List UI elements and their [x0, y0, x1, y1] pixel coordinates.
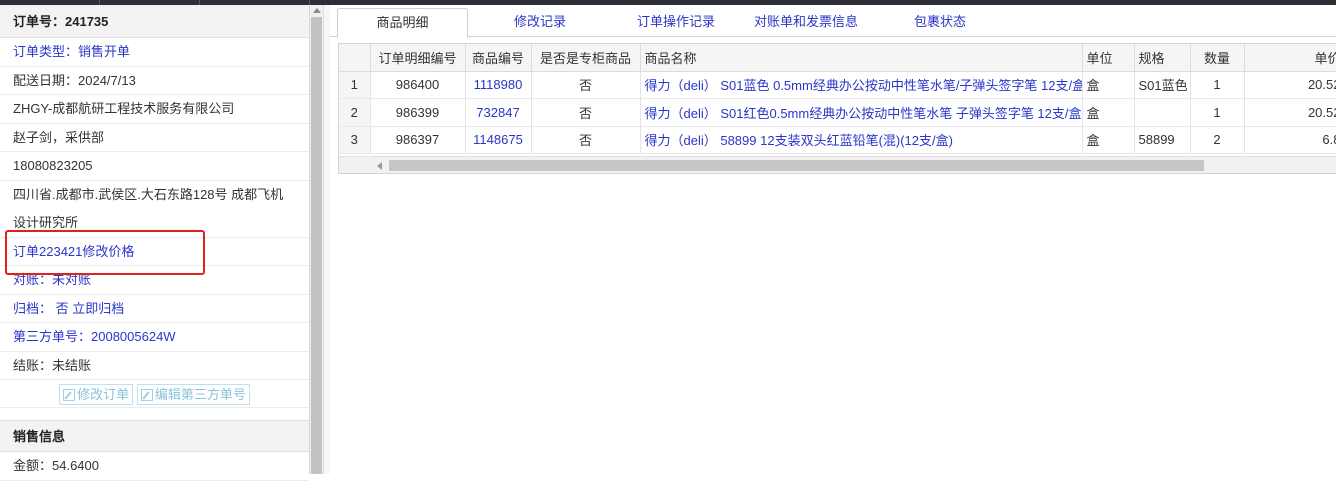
product-table: 订单明细编号 商品编号 是否是专柜商品 商品名称 单位 规格 数量 单价 1 9… — [339, 44, 1336, 154]
unit-cell: 盒 — [1082, 126, 1135, 154]
scrollbar-thumb[interactable] — [311, 17, 322, 474]
archive-status: 否 — [55, 300, 69, 316]
edit-third-party-button[interactable]: 编辑第三方单号 — [136, 384, 250, 405]
product-name-link[interactable]: 得力（deli） S01红色0.5mm经典办公按动中性笔水笔 子弹头签字笔 12… — [640, 98, 1083, 127]
unit-cell: 盒 — [1082, 98, 1135, 127]
highlight-annotation-box — [5, 230, 205, 275]
spec-cell: S01蓝色 — [1134, 71, 1191, 99]
row-number: 1 — [339, 71, 371, 99]
third-party-number: 第三方单号：2008005624W — [0, 323, 309, 352]
table-header-row: 订单明细编号 商品编号 是否是专柜商品 商品名称 单位 规格 数量 单价 — [339, 44, 1336, 72]
column-header[interactable]: 订单明细编号 — [370, 44, 466, 72]
product-detail-grid: 订单明细编号 商品编号 是否是专柜商品 商品名称 单位 规格 数量 单价 1 9… — [338, 43, 1336, 174]
row-number: 2 — [339, 98, 371, 127]
grid-horizontal-scrollbar[interactable] — [339, 156, 1336, 173]
detail-id-cell: 986399 — [370, 98, 466, 127]
archive-now-link[interactable]: 立即归档 — [72, 301, 124, 316]
table-row[interactable]: 2 986399 732847 否 得力（deli） S01红色0.5mm经典办… — [339, 98, 1336, 127]
sales-amount: 金额：54.6400 — [0, 452, 309, 481]
column-header[interactable]: 商品编号 — [465, 44, 532, 72]
tab-package-status[interactable]: 包裹状态 — [876, 8, 1004, 38]
tab-order-operation-records[interactable]: 订单操作记录 — [612, 8, 740, 38]
product-name-link[interactable]: 得力（deli） S01蓝色 0.5mm经典办公按动中性笔水笔/子弹头签字笔 1… — [640, 71, 1083, 99]
detail-tabs: 商品明细 修改记录 订单操作记录 对账单和发票信息 包裹状态 — [330, 5, 1336, 38]
delivery-address: 四川省.成都市.武侯区.大石东路128号 成都飞机设计研究所 — [0, 181, 309, 238]
quantity-cell: 2 — [1190, 126, 1245, 154]
counter-product-cell: 否 — [531, 71, 641, 99]
horizontal-scrollbar-thumb[interactable] — [389, 160, 1204, 171]
product-id-link[interactable]: 732847 — [465, 98, 532, 127]
price-cell: 20.52 — [1244, 71, 1336, 99]
archive-label: 归档： — [13, 300, 53, 316]
edit-order-label: 修改订单 — [77, 387, 130, 402]
product-id-link[interactable]: 1148675 — [465, 126, 532, 154]
spec-cell: 58899 — [1134, 126, 1191, 154]
sales-info-header: 销售信息 — [0, 420, 309, 452]
edit-icon — [63, 389, 76, 401]
panel-splitter[interactable] — [323, 5, 330, 474]
order-info-panel: 订单号：241735 订单类型：销售开单 配送日期：2024/7/13 ZHGY… — [0, 5, 310, 481]
customer-company: ZHGY-成都航研工程技术服务有限公司 — [0, 95, 309, 124]
settle-status: 结账：未结账 — [0, 352, 309, 380]
customer-phone: 18080823205 — [0, 152, 309, 181]
unit-cell: 盒 — [1082, 71, 1135, 99]
tab-modify-records[interactable]: 修改记录 — [476, 8, 604, 38]
column-header[interactable]: 商品名称 — [640, 44, 1083, 72]
delivery-date: 配送日期：2024/7/13 — [0, 67, 309, 95]
tab-product-details[interactable]: 商品明细 — [337, 8, 468, 38]
product-id-link[interactable]: 1118980 — [465, 71, 532, 99]
counter-product-cell: 否 — [531, 126, 641, 154]
order-action-buttons: 修改订单 编辑第三方单号 — [0, 380, 309, 408]
column-header[interactable]: 数量 — [1190, 44, 1245, 72]
column-header[interactable]: 规格 — [1134, 44, 1191, 72]
quantity-cell: 1 — [1190, 71, 1245, 99]
archive-row: 归档： 否 立即归档 — [0, 295, 309, 323]
column-header[interactable]: 单价 — [1244, 44, 1336, 72]
left-panel-scrollbar[interactable] — [310, 5, 323, 474]
edit-third-party-label: 编辑第三方单号 — [154, 387, 246, 402]
order-type: 订单类型：销售开单 — [0, 38, 309, 67]
column-header[interactable]: 单位 — [1082, 44, 1135, 72]
order-number-header: 订单号：241735 — [0, 5, 309, 38]
edit-order-button[interactable]: 修改订单 — [59, 384, 134, 405]
tab-statement-invoice[interactable]: 对账单和发票信息 — [742, 8, 870, 38]
edit-icon — [140, 389, 153, 401]
spec-cell — [1134, 98, 1191, 127]
price-cell: 20.52 — [1244, 98, 1336, 127]
table-row[interactable]: 1 986400 1118980 否 得力（deli） S01蓝色 0.5mm经… — [339, 71, 1336, 99]
detail-id-cell: 986400 — [370, 71, 466, 99]
price-cell: 6.8 — [1244, 126, 1336, 154]
counter-product-cell: 否 — [531, 98, 641, 127]
row-number: 3 — [339, 126, 371, 154]
quantity-cell: 1 — [1190, 98, 1245, 127]
customer-contact: 赵子剑，采供部 — [0, 124, 309, 152]
detail-id-cell: 986397 — [370, 126, 466, 154]
scroll-up-arrow-icon[interactable] — [313, 8, 321, 13]
product-name-link[interactable]: 得力（deli） 58899 12支装双头红蓝铅笔(混)(12支/盒) — [640, 126, 1083, 154]
column-header[interactable]: 是否是专柜商品 — [531, 44, 641, 72]
table-row[interactable]: 3 986397 1148675 否 得力（deli） 58899 12支装双头… — [339, 126, 1336, 154]
scroll-left-arrow-icon[interactable] — [377, 162, 382, 170]
column-header-rownum — [339, 44, 371, 72]
